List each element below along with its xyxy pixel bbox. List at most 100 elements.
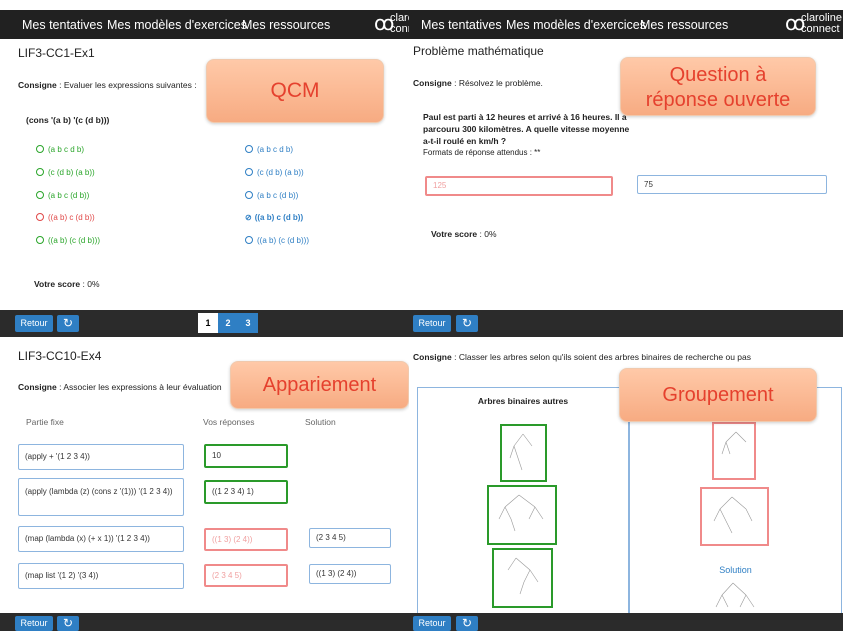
tree-card[interactable] bbox=[712, 422, 756, 480]
panel-matching: LIF3-CC10-Ex4 Consigne : Associer les ex… bbox=[0, 337, 413, 631]
answer-slot-4[interactable]: (2 3 4 5) bbox=[204, 564, 288, 587]
col-header-solution: Solution bbox=[305, 417, 336, 427]
page-2[interactable]: 2 bbox=[218, 313, 238, 333]
exercise-title: LIF3-CC10-Ex4 bbox=[18, 349, 102, 363]
radio-icon bbox=[36, 213, 44, 221]
panel-qcm: Mes tentatives Mes modèles d'exercices M… bbox=[0, 0, 413, 337]
radio-icon bbox=[36, 168, 44, 176]
option-text: (a b c d b) bbox=[257, 145, 294, 154]
answer-right-3[interactable]: (a b c (d b)) bbox=[245, 191, 298, 200]
score: Votre score : 0% bbox=[431, 229, 497, 239]
retour-button[interactable]: Retour bbox=[15, 616, 53, 631]
answer-user-field[interactable]: 125 bbox=[425, 176, 613, 196]
consigne: Consigne : Résolvez le problème. bbox=[413, 78, 543, 88]
answer-right-1[interactable]: (a b c d b) bbox=[245, 145, 293, 154]
answer-right-5[interactable]: ((a b) (c (d b))) bbox=[245, 236, 309, 245]
binary-tree-icon bbox=[509, 433, 533, 471]
exercise-title: LIF3-CC1-Ex1 bbox=[18, 46, 95, 60]
refresh-icon[interactable]: ↻ bbox=[456, 315, 478, 332]
nav-mes-modeles[interactable]: Mes modèles d'exercices bbox=[506, 18, 646, 32]
consigne: Consigne : Evaluer les expressions suiva… bbox=[18, 80, 197, 90]
answer-correct-field: 75 bbox=[637, 175, 827, 194]
refresh-icon[interactable]: ↻ bbox=[57, 616, 79, 631]
retour-button[interactable]: Retour bbox=[413, 315, 451, 332]
logo-text-2: connect bbox=[801, 23, 840, 35]
answer-right-2[interactable]: (c (d b) (a b)) bbox=[245, 168, 304, 177]
radio-icon bbox=[36, 191, 44, 199]
page-1[interactable]: 1 bbox=[198, 313, 218, 333]
nav-mes-modeles[interactable]: Mes modèles d'exercices bbox=[107, 18, 247, 32]
answer-left-5: ((a b) (c (d b))) bbox=[36, 236, 100, 245]
option-text: ((a b) (c (d b))) bbox=[48, 236, 100, 245]
radio-icon bbox=[245, 191, 253, 199]
score-label: Votre score bbox=[34, 279, 81, 289]
tag-label: QCM bbox=[206, 59, 384, 123]
consigne-label: Consigne bbox=[18, 80, 57, 90]
tag-line-1: Question à bbox=[669, 64, 767, 86]
consigne-text: : Associer les expressions à leur évalua… bbox=[56, 382, 222, 392]
exercise-title: Problème mathématique bbox=[413, 44, 544, 58]
footer-bar: Retour ↻ bbox=[409, 613, 843, 631]
radio-icon bbox=[245, 168, 253, 176]
retour-button[interactable]: Retour bbox=[413, 616, 451, 631]
nav-mes-tentatives[interactable]: Mes tentatives bbox=[421, 18, 502, 32]
tag-grouping: Groupement bbox=[619, 368, 817, 422]
solution-slot-3: (2 3 4 5) bbox=[309, 528, 391, 548]
footer-bar: Retour ↻ bbox=[409, 310, 843, 337]
nav-mes-ressources[interactable]: Mes ressources bbox=[640, 18, 728, 32]
consigne-text: : Résolvez le problème. bbox=[451, 78, 543, 88]
radio-icon bbox=[36, 145, 44, 153]
consigne-text: : Classer les arbres selon qu'ils soient… bbox=[451, 352, 752, 362]
answer-slot-3[interactable]: ((1 3) (2 4)) bbox=[204, 528, 288, 551]
formats-text: Formats de réponse attendus : ** bbox=[423, 148, 541, 157]
expression: (cons '(a b) '(c (d b))) bbox=[26, 115, 110, 125]
tag-label: Appariement bbox=[230, 361, 409, 409]
option-text: ((a b) c (d b)) bbox=[254, 213, 304, 222]
tree-card[interactable] bbox=[492, 548, 553, 608]
radio-icon bbox=[245, 145, 253, 153]
tag-label: Groupement bbox=[619, 368, 817, 422]
answer-left-2: (c (d b) (a b)) bbox=[36, 168, 95, 177]
answer-left-1: (a b c d b) bbox=[36, 145, 84, 154]
check-circle-icon: ⊘ bbox=[245, 213, 252, 222]
group-left-title: Arbres binaires autres bbox=[477, 396, 569, 406]
nav-mes-ressources[interactable]: Mes ressources bbox=[242, 18, 330, 32]
option-text: (a b c d b) bbox=[48, 145, 85, 154]
option-text: (c (d b) (a b)) bbox=[257, 168, 304, 177]
footer-bar: Retour ↻ 1 2 3 bbox=[0, 310, 413, 337]
tag-open-question: Question à réponse ouverte bbox=[620, 57, 816, 116]
refresh-icon[interactable]: ↻ bbox=[57, 315, 79, 332]
answer-right-4[interactable]: ⊘ ((a b) c (d b)) bbox=[245, 213, 303, 222]
col-header-fixed: Partie fixe bbox=[26, 417, 64, 427]
answer-slot-1[interactable]: 10 bbox=[204, 444, 288, 468]
binary-tree-icon bbox=[498, 494, 544, 532]
option-text: ((a b) (c (d b))) bbox=[257, 236, 309, 245]
tree-card[interactable] bbox=[700, 487, 769, 546]
tree-card[interactable] bbox=[487, 485, 557, 545]
panel-open-question: Mes tentatives Mes modèles d'exercices M… bbox=[409, 0, 843, 337]
score: Votre score : 0% bbox=[34, 279, 100, 289]
consigne-text: : Evaluer les expressions suivantes : bbox=[56, 80, 197, 90]
col-header-answer: Vos réponses bbox=[203, 417, 255, 427]
consigne-label: Consigne bbox=[413, 78, 452, 88]
consigne: Consigne : Associer les expressions à le… bbox=[18, 382, 222, 392]
problem-line-1: Paul est parti à 12 heures et arrivé à 1… bbox=[423, 112, 627, 122]
consigne: Consigne : Classer les arbres selon qu'i… bbox=[413, 352, 843, 362]
top-nav: Mes tentatives Mes modèles d'exercices M… bbox=[409, 10, 843, 39]
retour-button[interactable]: Retour bbox=[15, 315, 53, 332]
consigne-label: Consigne bbox=[18, 382, 57, 392]
refresh-icon[interactable]: ↻ bbox=[456, 616, 478, 631]
fixed-part-1: (apply + '(1 2 3 4)) bbox=[18, 444, 184, 470]
tree-card[interactable] bbox=[500, 424, 547, 482]
radio-icon bbox=[245, 236, 253, 244]
tag-qcm: QCM bbox=[206, 59, 384, 123]
score-value: : 0% bbox=[477, 229, 497, 239]
option-text: (a b c (d b)) bbox=[48, 191, 90, 200]
nav-mes-tentatives[interactable]: Mes tentatives bbox=[22, 18, 103, 32]
answer-left-3: (a b c (d b)) bbox=[36, 191, 89, 200]
top-nav: Mes tentatives Mes modèles d'exercices M… bbox=[0, 10, 413, 39]
page-3[interactable]: 3 bbox=[238, 313, 258, 333]
score-label: Votre score bbox=[431, 229, 478, 239]
answer-slot-2[interactable]: ((1 2 3 4) 1) bbox=[204, 480, 288, 504]
consigne-label: Consigne bbox=[413, 352, 452, 362]
